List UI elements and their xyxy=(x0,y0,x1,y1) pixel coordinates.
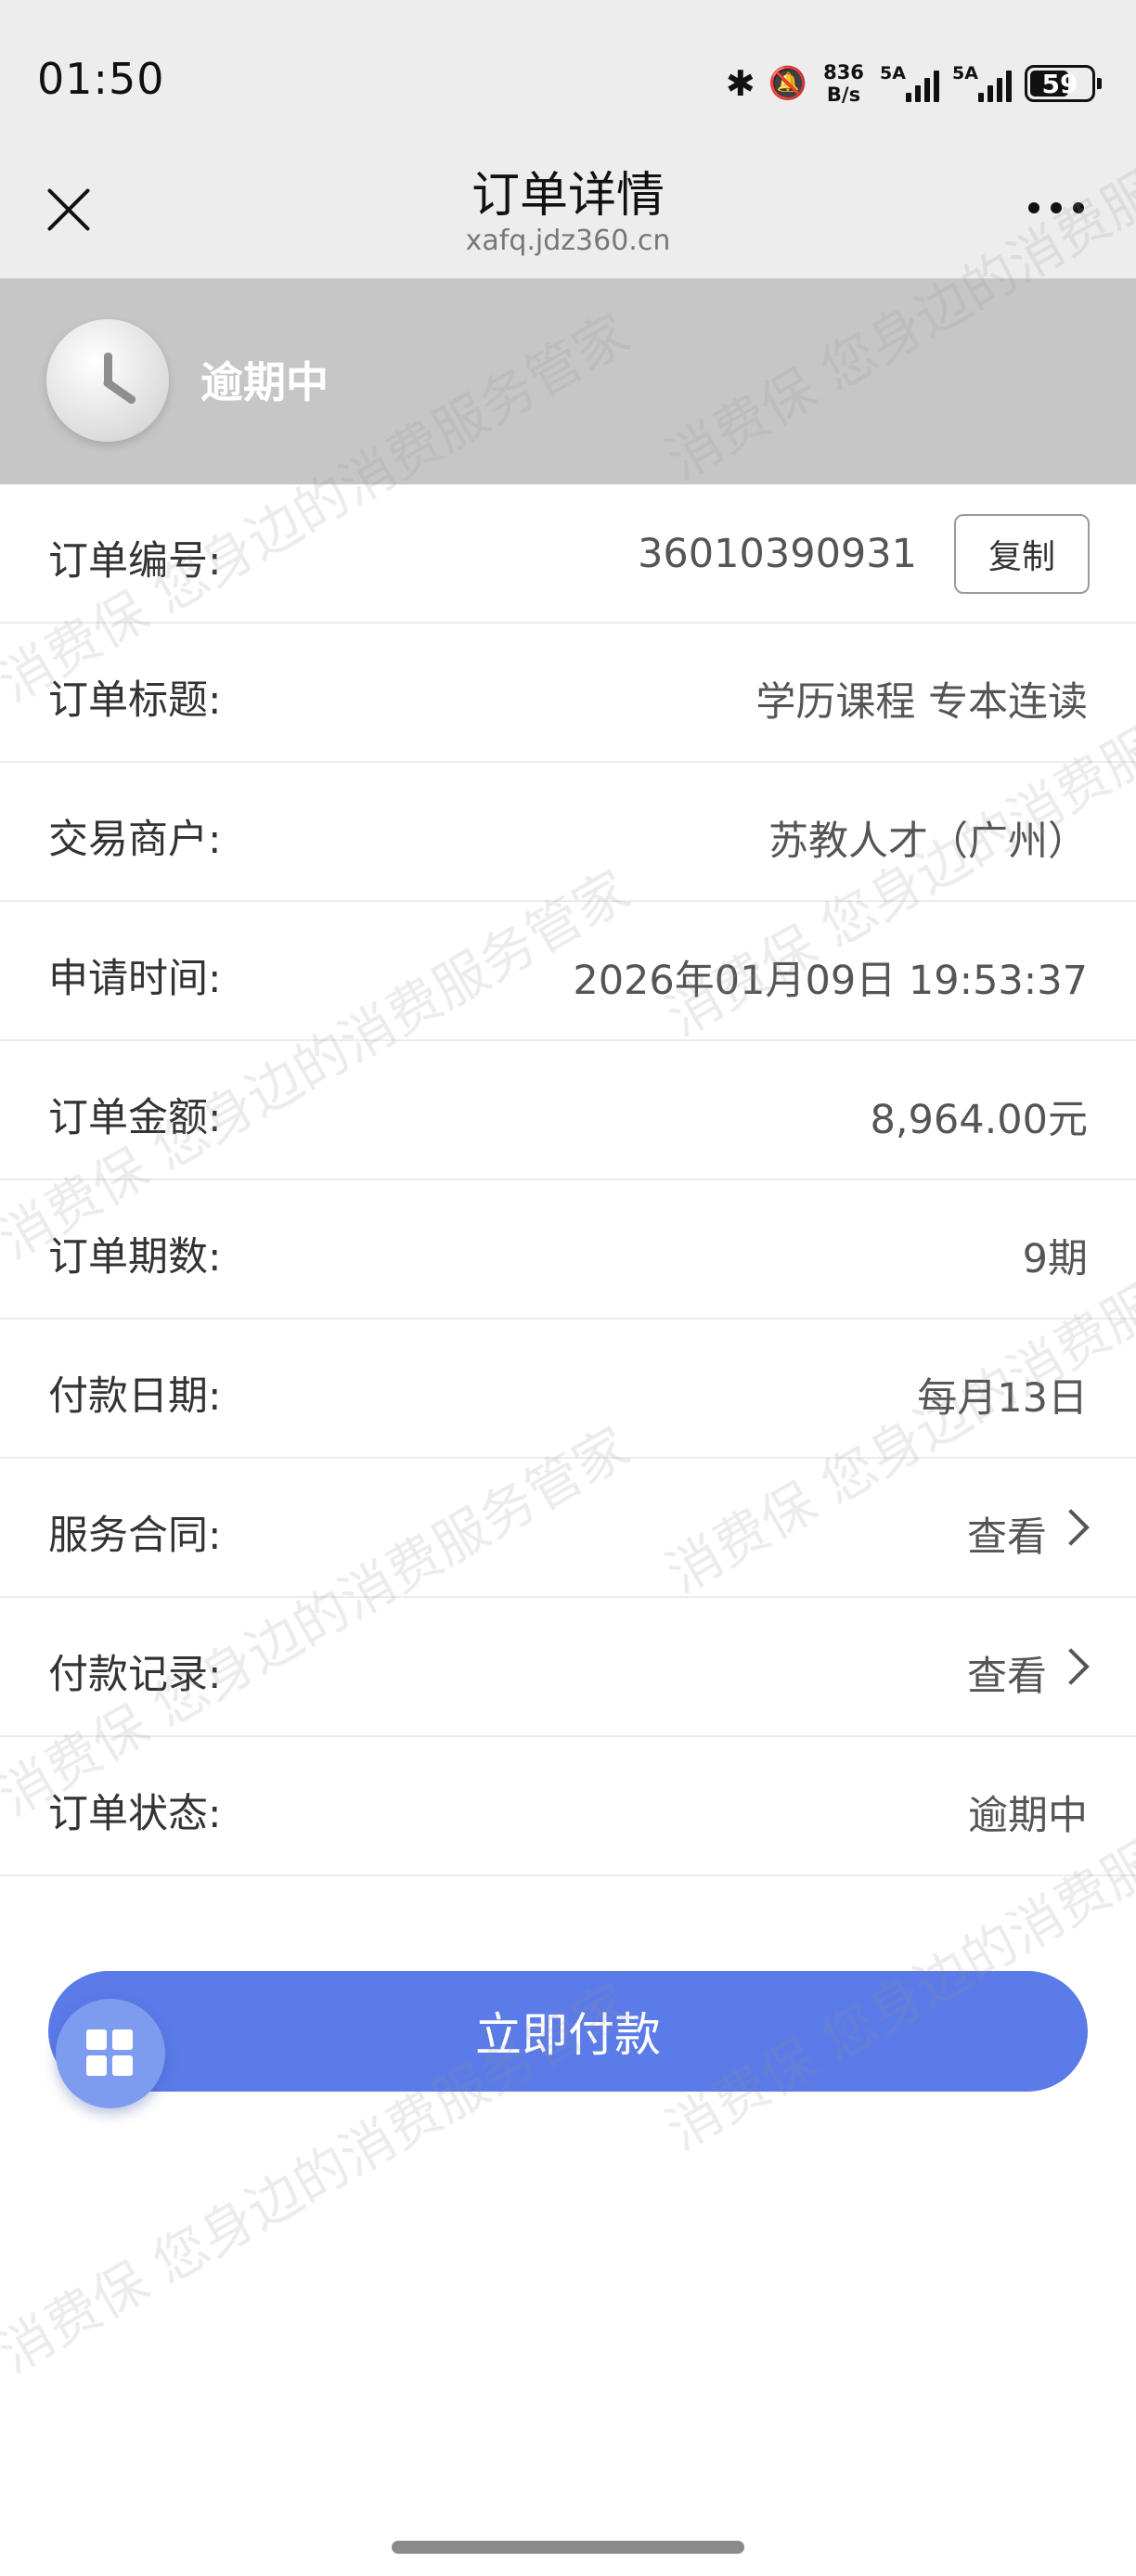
view-records-link[interactable]: 查看 xyxy=(967,1644,1047,1702)
mute-bell-icon: 🔕 xyxy=(768,65,807,102)
row-value: 2026年01月09日 19:53:37 xyxy=(573,958,1088,1004)
service-contract-row[interactable]: 服务合同: 查看 xyxy=(0,1459,1136,1598)
row-label: 交易商户: xyxy=(48,817,222,863)
network-speed: 836 B/s xyxy=(820,61,867,106)
signal-label: 5A xyxy=(880,63,906,84)
bluetooth-icon: ✱ xyxy=(725,63,755,104)
installments-row: 订单期数: 9期 xyxy=(0,1180,1136,1320)
order-amount-row: 订单金额: 8,964.00元 xyxy=(0,1041,1136,1180)
page: 01:50 ✱ 🔕 836 B/s 5A 5A 59 订单详情 xafq.jdz… xyxy=(0,0,1136,2576)
order-title-row: 订单标题: 学历课程 专本连读 xyxy=(0,624,1136,763)
clock-icon xyxy=(46,319,169,442)
status-time: 01:50 xyxy=(37,54,165,104)
row-label: 订单编号: xyxy=(48,538,222,585)
row-value: 学历课程 专本连读 xyxy=(755,679,1088,726)
row-value: 每月13日 xyxy=(917,1375,1088,1422)
copy-button[interactable]: 复制 xyxy=(954,514,1090,594)
nav-bar: 订单详情 xafq.jdz360.cn xyxy=(0,139,1136,278)
row-label: 服务合同: xyxy=(48,1513,222,1559)
grid-icon[interactable] xyxy=(56,1999,165,2108)
page-url: xafq.jdz360.cn xyxy=(465,225,671,257)
row-value: 苏教人才（广州） xyxy=(768,818,1088,865)
status-banner: 逾期中 xyxy=(0,278,1136,484)
page-title: 订单详情 xyxy=(471,168,665,224)
row-label: 订单期数: xyxy=(48,1234,222,1281)
payment-records-row[interactable]: 付款记录: 查看 xyxy=(0,1598,1136,1737)
row-value: 逾期中 xyxy=(968,1793,1088,1839)
row-label: 付款日期: xyxy=(48,1373,222,1420)
signal-label: 5A xyxy=(952,63,978,84)
signal-icon: 5A xyxy=(952,63,1012,104)
row-label: 订单金额: xyxy=(48,1095,222,1141)
battery-icon: 59 xyxy=(1025,65,1102,102)
signal-icon: 5A xyxy=(880,63,939,104)
apply-time-row: 申请时间: 2026年01月09日 19:53:37 xyxy=(0,902,1136,1041)
row-label: 订单标题: xyxy=(48,677,222,724)
network-speed-unit: B/s xyxy=(826,84,861,106)
banner-status-text: 逾期中 xyxy=(200,357,329,407)
order-status-row: 订单状态: 逾期中 xyxy=(0,1737,1136,1876)
row-value: 8,964.00元 xyxy=(870,1097,1088,1143)
order-number-row: 订单编号: 36010390931 复制 xyxy=(0,484,1136,624)
view-contract-link[interactable]: 查看 xyxy=(967,1505,1047,1563)
pay-now-button[interactable]: 立即付款 xyxy=(48,1971,1088,2092)
home-indicator[interactable] xyxy=(392,2541,744,2554)
row-label: 付款记录: xyxy=(48,1652,222,1698)
merchant-row: 交易商户: 苏教人才（广州） xyxy=(0,763,1136,902)
payment-date-row: 付款日期: 每月13日 xyxy=(0,1320,1136,1459)
battery-level: 59 xyxy=(1041,68,1078,99)
more-icon[interactable] xyxy=(1028,202,1084,213)
network-speed-value: 836 xyxy=(823,61,864,84)
row-label: 申请时间: xyxy=(48,956,222,1002)
chevron-right-icon[interactable] xyxy=(1052,1648,1090,1685)
chevron-right-icon[interactable] xyxy=(1052,1509,1090,1546)
status-bar: 01:50 ✱ 🔕 836 B/s 5A 5A 59 xyxy=(0,0,1136,139)
row-value: 9期 xyxy=(1022,1236,1088,1282)
order-details: 订单编号: 36010390931 复制 订单标题: 学历课程 专本连读 交易商… xyxy=(0,484,1136,1876)
order-number-value: 36010390931 xyxy=(638,531,917,577)
status-icons: ✱ 🔕 836 B/s 5A 5A 59 xyxy=(725,56,1102,111)
row-label: 订单状态: xyxy=(48,1791,222,1837)
